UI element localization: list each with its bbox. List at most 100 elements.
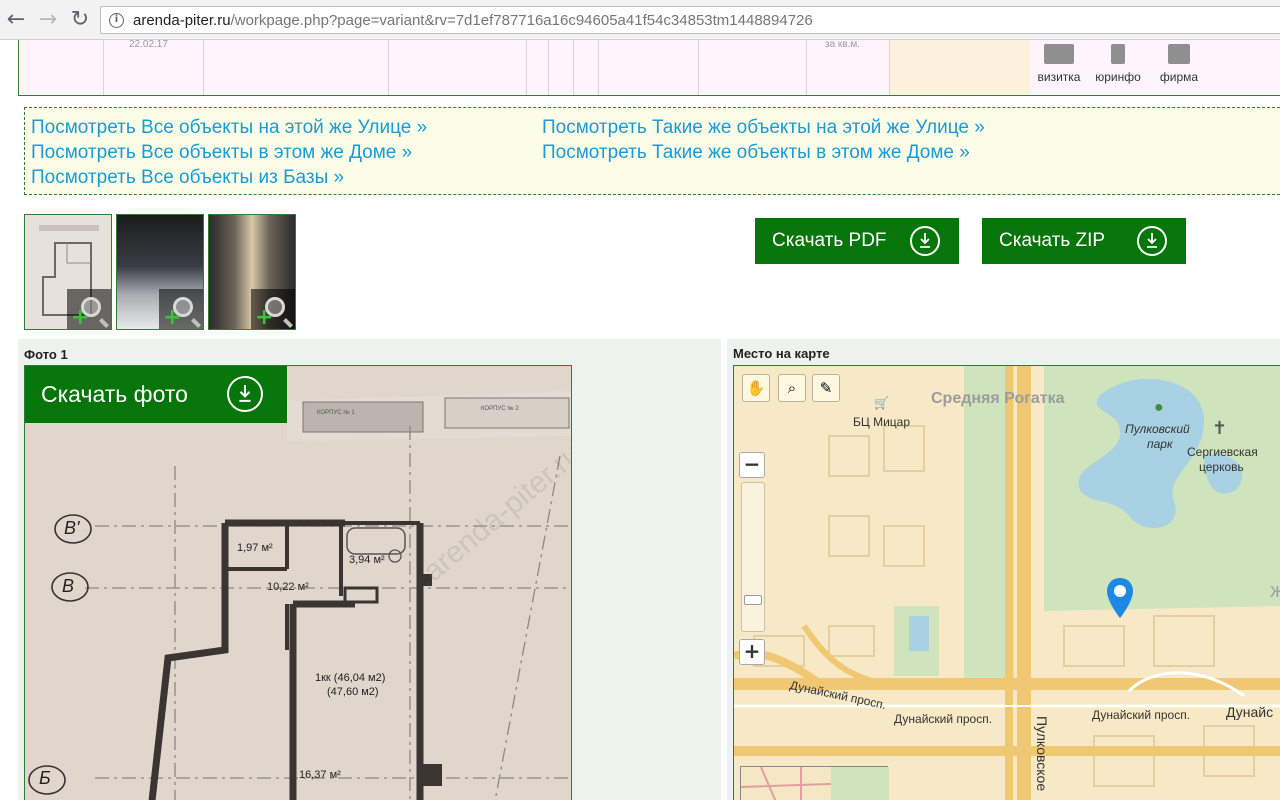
plan-room-4: 16,37 м²	[299, 769, 341, 781]
plan-corpus-2: КОРПУС № 2	[481, 406, 519, 412]
table-cell	[19, 40, 104, 95]
map-street-label-vertical: Пулковское	[1034, 716, 1050, 792]
business-card-button[interactable]: визитка	[1032, 44, 1086, 92]
download-arrow	[920, 233, 930, 248]
location-map[interactable]: ✋ ⌕ ✎ − + Средняя Рогатка 🛒 БЦ Мицар ● П…	[733, 365, 1280, 800]
plan-room-main-1: 1кк (46,04 м2)	[315, 672, 386, 684]
map-poi-church-1: Сергиевская	[1187, 445, 1258, 459]
magnifier-handle	[283, 318, 293, 328]
related-links-panel: Посмотреть Все объекты на этой же Улице …	[24, 107, 1280, 195]
floor-plan-photo[interactable]: КОРПУС № 1 КОРПУС № 2 В' В Б 1,97 м² 3,9…	[24, 365, 572, 800]
url-path: /workpage.php?page=variant&rv=7d1ef78771…	[230, 12, 813, 29]
table-cell: за кв.м.	[807, 39, 890, 95]
thumbnail-lobby[interactable]: +	[116, 214, 204, 330]
table-cell	[527, 40, 549, 95]
map-poi-park-1: Пулковский	[1125, 422, 1190, 436]
plan-room-3: 10,22 м²	[267, 581, 309, 593]
legal-info-button[interactable]: юринфо	[1091, 44, 1145, 92]
download-icon	[910, 226, 940, 256]
link-all-same-house[interactable]: Посмотреть Все объекты в этом же Доме »	[31, 142, 412, 164]
zoom-slider-handle[interactable]	[744, 595, 762, 605]
map-poi-bc: БЦ Мицар	[853, 415, 911, 429]
map-section-title: Место на карте	[733, 346, 830, 361]
plus-icon: +	[163, 305, 182, 330]
legal-info-icon	[1111, 44, 1125, 64]
plus-icon: +	[71, 305, 90, 330]
download-pdf-button[interactable]: Скачать PDF	[755, 218, 959, 264]
zoom-slider[interactable]	[741, 482, 765, 632]
plan-axis-be: Б	[39, 768, 51, 788]
business-card-icon	[1044, 44, 1074, 64]
table-cell	[389, 40, 527, 95]
plan-room-main-2: (47,60 м2)	[327, 686, 379, 698]
ruler-icon[interactable]: ✎	[812, 374, 840, 402]
reload-icon[interactable]: ↻	[68, 8, 92, 32]
map-poi-church-2: церковь	[1199, 460, 1244, 474]
tree-icon: ●	[1154, 399, 1164, 416]
plan-axis-b-prime: В'	[64, 518, 80, 538]
company-button[interactable]: фирма	[1152, 44, 1206, 92]
download-pdf-label: Скачать PDF	[772, 230, 887, 251]
company-label: фирма	[1159, 70, 1199, 84]
download-photo-label: Скачать фото	[41, 381, 188, 407]
plan-room-2: 3,94 м²	[349, 554, 385, 566]
link-similar-same-street[interactable]: Посмотреть Такие же объекты на этой же У…	[542, 117, 985, 139]
plan-room-1: 1,97 м²	[237, 542, 273, 554]
listing-table-bottom: 22.02.17 за кв.м. визитка юринфо фирма	[18, 39, 1280, 96]
download-icon	[1137, 226, 1167, 256]
address-bar[interactable]: i arenda-piter.ru/workpage.php?page=vari…	[100, 6, 1280, 34]
minimap-tiles	[740, 766, 890, 800]
map-poi-park-2: парк	[1147, 437, 1173, 451]
map-tiles	[734, 366, 1280, 800]
link-all-same-street[interactable]: Посмотреть Все объекты на этой же Улице …	[31, 117, 427, 139]
link-similar-same-house[interactable]: Посмотреть Такие же объекты в этом же До…	[542, 142, 970, 164]
map-street-label-3: Дунайский просп.	[1092, 708, 1191, 722]
url-text[interactable]: arenda-piter.ru/workpage.php?page=varian…	[133, 12, 813, 29]
table-cell	[699, 40, 807, 95]
table-cell	[204, 40, 389, 95]
forward-arrow-icon[interactable]: →	[36, 8, 60, 32]
map-edge-label: Ж	[1270, 584, 1280, 602]
faint-price-unit: за кв.м.	[825, 39, 861, 50]
photo-section-title: Фото 1	[24, 347, 68, 362]
map-street-label-2: Дунайский просп.	[894, 712, 993, 726]
browser-toolbar: ← → ↻ i arenda-piter.ru/workpage.php?pag…	[0, 0, 1280, 40]
business-card-label: визитка	[1037, 70, 1081, 84]
info-icon[interactable]: i	[109, 13, 124, 28]
thumbnail-floor-plan[interactable]: +	[24, 214, 112, 330]
download-arrow	[239, 385, 251, 402]
link-all-from-base[interactable]: Посмотреть Все объекты из Базы »	[31, 167, 344, 189]
faint-date: 22.02.17	[129, 39, 168, 50]
minimap[interactable]	[740, 766, 890, 800]
church-icon: ✝	[1212, 418, 1228, 438]
legal-info-label: юринфо	[1095, 70, 1141, 84]
zoom-badge: +	[251, 289, 295, 329]
download-photo-button[interactable]: Скачать фото	[25, 366, 287, 423]
table-cell	[549, 40, 574, 95]
zoom-in-button[interactable]: +	[739, 639, 765, 665]
plus-icon: +	[255, 305, 274, 330]
location-pin-icon[interactable]	[1104, 576, 1136, 620]
table-cell: 22.02.17	[104, 39, 204, 95]
map-district-label: Средняя Рогатка	[931, 390, 1065, 407]
thumbnail-corridor[interactable]: +	[208, 214, 296, 330]
back-arrow-icon[interactable]: ←	[4, 8, 28, 32]
plan-axis-b: В	[62, 576, 75, 596]
magnifier-handle	[191, 318, 201, 328]
url-host: arenda-piter.ru	[133, 12, 231, 29]
zoom-area-icon[interactable]: ⌕	[778, 374, 806, 402]
zoom-badge: +	[67, 289, 111, 329]
magnifier-handle	[99, 318, 109, 328]
shopping-cart-icon: 🛒	[874, 396, 889, 410]
download-arrow	[1147, 233, 1157, 248]
download-zip-label: Скачать ZIP	[999, 230, 1106, 251]
map-street-label-4: Дунайс	[1226, 704, 1274, 720]
zoom-out-button[interactable]: −	[739, 452, 765, 478]
download-zip-button[interactable]: Скачать ZIP	[982, 218, 1186, 264]
table-cell	[574, 40, 599, 95]
pan-hand-icon[interactable]: ✋	[742, 374, 770, 402]
zoom-badge: +	[159, 289, 203, 329]
table-cell	[599, 40, 699, 95]
company-icon	[1168, 44, 1190, 64]
download-icon	[227, 376, 263, 412]
